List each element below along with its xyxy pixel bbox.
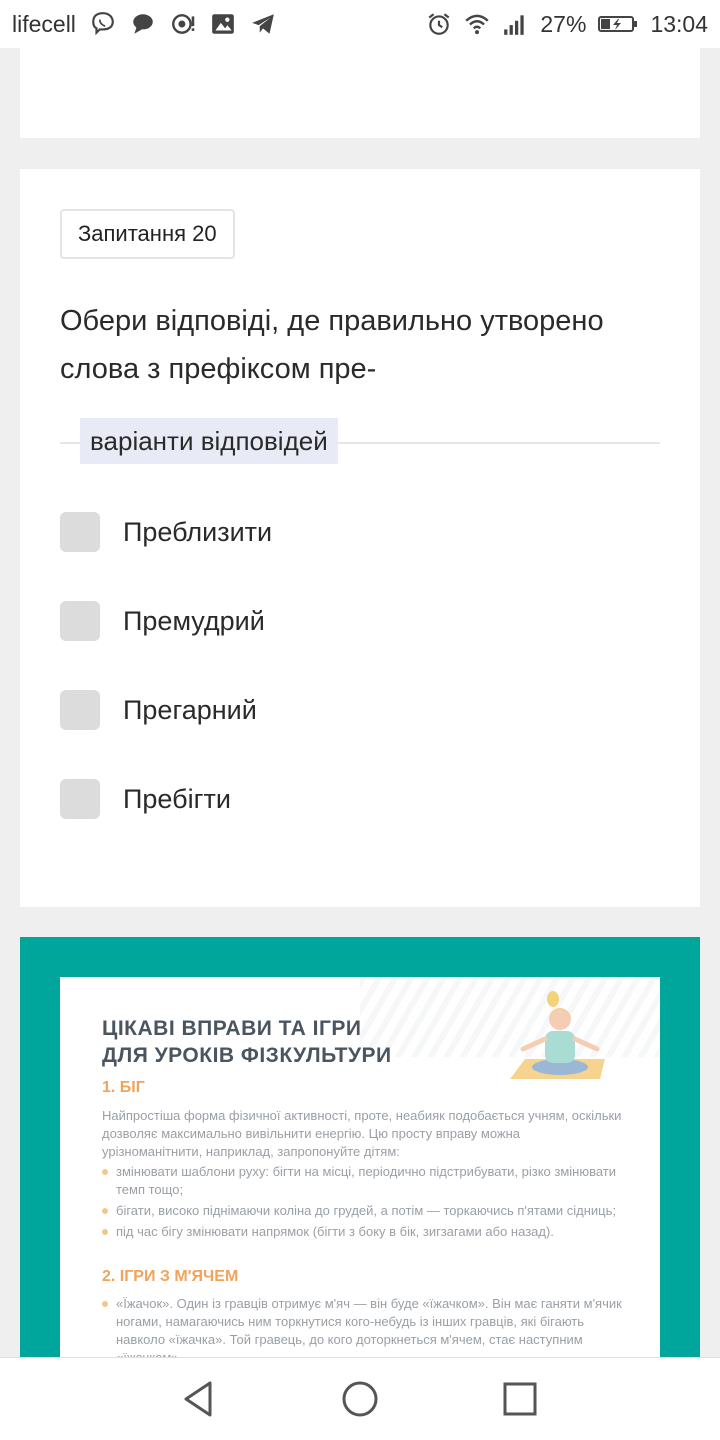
back-button[interactable] [178,1377,222,1421]
bullet-item: під час бігу змінювати напрямок (бігти з… [102,1223,622,1241]
status-bar-right: 27% 13:04 [426,11,708,38]
option-checkbox[interactable] [60,690,100,730]
question-text: Обери відповіді, де правильно утворено с… [60,305,604,385]
option-label: Премудрий [123,605,265,636]
system-navigation-bar [0,1357,720,1440]
section-text-running: Найпростіша форма фізичної активності, п… [102,1108,622,1159]
status-bar: lifecell 27% 13:04 [0,0,720,48]
bullet-item: змінювати шаблони руху: бігти на місці, … [102,1163,622,1199]
infographic-title-line2: ДЛЯ УРОКІВ ФІЗКУЛЬТУРИ [102,1044,392,1067]
option-checkbox[interactable] [60,601,100,641]
bullet-item: бігати, високо піднімаючи коліна до груд… [102,1202,622,1220]
recents-button[interactable] [498,1377,542,1421]
chat-bubble-icon [130,11,156,37]
home-icon [342,1381,378,1417]
alarm-icon [426,11,452,37]
option-checkbox[interactable] [60,512,100,552]
option-label: Преблизити [123,516,273,547]
signal-icon [502,11,528,37]
question-card: Запитання 20 Обери відповіді, де правиль… [20,169,700,907]
option-item[interactable]: Пребігти [60,778,660,820]
clock: 13:04 [650,10,708,37]
option-checkbox[interactable] [60,779,100,819]
option-item[interactable]: Прегарний [60,689,660,731]
infographic-title: ЦІКАВІ ВПРАВИ ТА ІГРИ ДЛЯ УРОКІВ ФІЗКУЛЬ… [102,1015,462,1069]
wifi-icon [464,11,490,37]
status-bar-left: lifecell [12,11,276,38]
home-button[interactable] [338,1377,382,1421]
section-heading-ball-games: 2. ІГРИ З М'ЯЧЕМ [102,1268,239,1285]
telegram-icon [250,11,276,37]
battery-charging-icon [598,11,638,37]
ball-games-bullet-list: «Їжачок». Один із гравців отримує м'яч —… [102,1295,622,1357]
battery-percent: 27% [540,10,587,37]
back-icon [184,1381,212,1417]
bullet-item: «Їжачок». Один із гравців отримує м'яч —… [102,1295,622,1357]
gallery-icon [210,11,236,37]
carrier-name: lifecell [12,10,76,37]
viber-icon [90,11,116,37]
option-item[interactable]: Премудрий [60,600,660,642]
section-heading-running: 1. БІГ [102,1079,145,1096]
option-label: Пребігти [123,783,231,814]
question-number-badge: Запитання 20 [60,209,235,259]
options-header-label: варіанти відповідей [80,418,338,464]
recents-icon [503,1382,537,1416]
option-item[interactable]: Преблизити [60,511,660,553]
yoga-girl-illustration-icon [510,991,605,1079]
option-label: Прегарний [123,694,257,725]
infographic-title-line1: ЦІКАВІ ВПРАВИ ТА ІГРИ [102,1017,362,1040]
options-header: варіанти відповідей [60,418,660,464]
camera-notification-icon [170,11,196,37]
infographic-card[interactable]: ЦІКАВІ ВПРАВИ ТА ІГРИ ДЛЯ УРОКІВ ФІЗКУЛЬ… [20,937,700,1357]
infographic-image: ЦІКАВІ ВПРАВИ ТА ІГРИ ДЛЯ УРОКІВ ФІЗКУЛЬ… [60,977,660,1357]
running-bullet-list: змінювати шаблони руху: бігти на місці, … [102,1163,622,1244]
